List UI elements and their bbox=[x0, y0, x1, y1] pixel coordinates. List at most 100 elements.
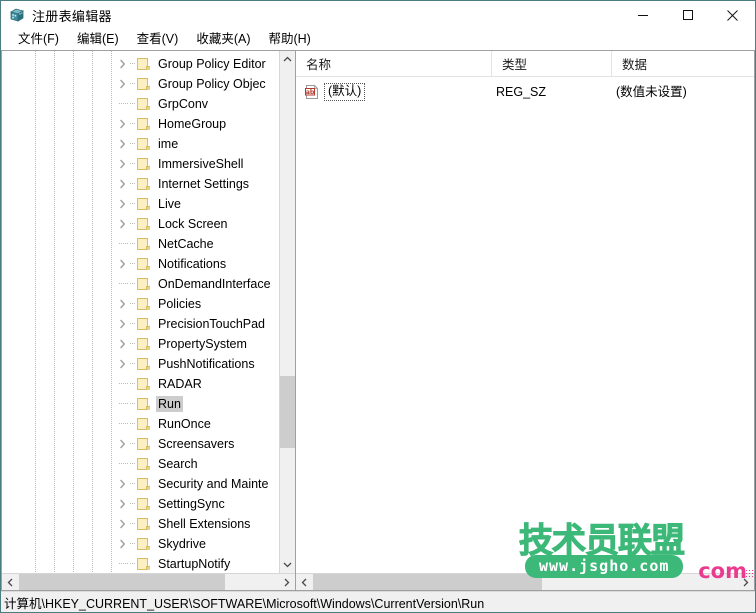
tree-item-internet-settings[interactable]: Internet Settings bbox=[2, 174, 295, 194]
values-hscrollbar-thumb[interactable] bbox=[313, 574, 542, 590]
values-scroll-right-icon[interactable] bbox=[737, 574, 754, 590]
column-type[interactable]: 类型 bbox=[491, 51, 611, 76]
menu-favorites[interactable]: 收藏夹(A) bbox=[187, 30, 259, 49]
chevron-right-icon[interactable] bbox=[115, 114, 130, 134]
tree-item-policies[interactable]: Policies bbox=[2, 294, 295, 314]
tree-scroll-up-icon[interactable] bbox=[280, 51, 295, 68]
chevron-right-icon[interactable] bbox=[115, 154, 130, 174]
minimize-button[interactable] bbox=[620, 1, 665, 29]
tree-item-grpconv[interactable]: GrpConv bbox=[2, 94, 295, 114]
tree-item-settingsync[interactable]: SettingSync bbox=[2, 494, 295, 514]
menu-edit[interactable]: 编辑(E) bbox=[68, 30, 128, 49]
tree-item-label: Group Policy Editor bbox=[158, 57, 266, 71]
chevron-right-icon[interactable] bbox=[115, 54, 130, 74]
tree-item-screensavers[interactable]: Screensavers bbox=[2, 434, 295, 454]
tree-item-label: Security and Mainte bbox=[158, 477, 269, 491]
table-row[interactable]: ab (默认) REG_SZ (数值未设置) bbox=[296, 81, 754, 102]
tree-item-runonce[interactable]: RunOnce bbox=[2, 414, 295, 434]
chevron-right-icon[interactable] bbox=[115, 434, 130, 454]
tree-item-label: Screensavers bbox=[158, 437, 235, 451]
svg-text:ab: ab bbox=[306, 88, 315, 95]
tree-item-label: PushNotifications bbox=[158, 357, 255, 371]
tree-item-startupnotify[interactable]: StartupNotify bbox=[2, 554, 295, 573]
tree-hscrollbar-thumb[interactable] bbox=[19, 574, 225, 590]
tree-scroll-down-icon[interactable] bbox=[280, 556, 295, 573]
folder-icon bbox=[136, 157, 150, 171]
tree-item-group-policy-objec[interactable]: Group Policy Objec bbox=[2, 74, 295, 94]
tree-item-label: ImmersiveShell bbox=[158, 157, 244, 171]
tree-leaf-connector bbox=[115, 454, 130, 474]
menu-view[interactable]: 查看(V) bbox=[128, 30, 188, 49]
column-name[interactable]: 名称 bbox=[296, 51, 491, 76]
tree-item-ondemandinterface[interactable]: OnDemandInterface bbox=[2, 274, 295, 294]
folder-icon bbox=[136, 437, 150, 451]
chevron-right-icon[interactable] bbox=[115, 494, 130, 514]
chevron-right-icon[interactable] bbox=[115, 134, 130, 154]
tree-scrollbar-thumb[interactable] bbox=[280, 376, 295, 448]
chevron-right-icon[interactable] bbox=[115, 194, 130, 214]
tree-item-group-policy-editor[interactable]: Group Policy Editor bbox=[2, 54, 295, 74]
chevron-right-icon[interactable] bbox=[115, 74, 130, 94]
menu-help[interactable]: 帮助(H) bbox=[259, 30, 319, 49]
close-button[interactable] bbox=[710, 1, 755, 29]
tree-item-homegroup[interactable]: HomeGroup bbox=[2, 114, 295, 134]
title-bar: 注册表编辑器 bbox=[1, 1, 755, 29]
chevron-right-icon[interactable] bbox=[115, 514, 130, 534]
chevron-right-icon[interactable] bbox=[115, 354, 130, 374]
tree-item-notifications[interactable]: Notifications bbox=[2, 254, 295, 274]
tree-leaf-connector bbox=[115, 374, 130, 394]
folder-icon bbox=[136, 317, 150, 331]
chevron-right-icon[interactable] bbox=[115, 294, 130, 314]
value-name[interactable]: (默认) bbox=[324, 82, 366, 101]
tree-item-lock-screen[interactable]: Lock Screen bbox=[2, 214, 295, 234]
tree-item-precisiontouchpad[interactable]: PrecisionTouchPad bbox=[2, 314, 295, 334]
tree-item-skydrive[interactable]: Skydrive bbox=[2, 534, 295, 554]
tree-scroll-left-icon[interactable] bbox=[2, 574, 19, 590]
values-list[interactable]: ab (默认) REG_SZ (数值未设置) bbox=[296, 77, 754, 573]
registry-tree[interactable]: Group Policy Editor Group Policy Objec Grp… bbox=[2, 51, 295, 573]
menu-file[interactable]: 文件(F) bbox=[9, 30, 68, 49]
chevron-right-icon[interactable] bbox=[115, 334, 130, 354]
tree-item-immersiveshell[interactable]: ImmersiveShell bbox=[2, 154, 295, 174]
tree-item-label: Policies bbox=[158, 297, 202, 311]
folder-icon bbox=[136, 537, 150, 551]
column-data-label: 数据 bbox=[622, 58, 648, 72]
maximize-button[interactable] bbox=[665, 1, 710, 29]
folder-icon bbox=[136, 77, 150, 91]
tree-item-label: HomeGroup bbox=[158, 117, 227, 131]
tree-item-netcache[interactable]: NetCache bbox=[2, 234, 295, 254]
tree-vertical-scrollbar[interactable] bbox=[279, 51, 295, 573]
tree-item-pushnotifications[interactable]: PushNotifications bbox=[2, 354, 295, 374]
folder-icon bbox=[136, 237, 150, 251]
folder-icon bbox=[136, 557, 150, 571]
tree-horizontal-scrollbar[interactable] bbox=[2, 573, 295, 590]
tree-item-ime[interactable]: ime bbox=[2, 134, 295, 154]
chevron-right-icon[interactable] bbox=[115, 254, 130, 274]
values-scroll-left-icon[interactable] bbox=[296, 574, 313, 590]
folder-icon bbox=[136, 97, 150, 111]
tree-item-label: RADAR bbox=[158, 377, 202, 391]
column-data[interactable]: 数据 bbox=[611, 51, 754, 76]
chevron-right-icon[interactable] bbox=[115, 314, 130, 334]
tree-item-run[interactable]: Run bbox=[2, 394, 295, 414]
tree-item-shell-extensions[interactable]: Shell Extensions bbox=[2, 514, 295, 534]
tree-item-radar[interactable]: RADAR bbox=[2, 374, 295, 394]
folder-icon bbox=[136, 397, 150, 411]
tree-item-security-and-mainte[interactable]: Security and Mainte bbox=[2, 474, 295, 494]
folder-icon bbox=[136, 417, 150, 431]
chevron-right-icon[interactable] bbox=[115, 214, 130, 234]
chevron-right-icon[interactable] bbox=[115, 534, 130, 554]
status-bar: 计算机\HKEY_CURRENT_USER\SOFTWARE\Microsoft… bbox=[1, 591, 755, 612]
tree-item-label: Search bbox=[158, 457, 198, 471]
tree-item-propertysystem[interactable]: PropertySystem bbox=[2, 334, 295, 354]
registry-editor-icon bbox=[9, 7, 25, 23]
values-horizontal-scrollbar[interactable] bbox=[296, 573, 754, 590]
chevron-right-icon[interactable] bbox=[115, 174, 130, 194]
tree-item-label: Group Policy Objec bbox=[158, 77, 266, 91]
tree-item-live[interactable]: Live bbox=[2, 194, 295, 214]
tree-item-search[interactable]: Search bbox=[2, 454, 295, 474]
tree-scroll-right-icon[interactable] bbox=[278, 574, 295, 590]
tree-item-label: Live bbox=[158, 197, 181, 211]
chevron-right-icon[interactable] bbox=[115, 474, 130, 494]
list-column-header: 名称 类型 数据 bbox=[296, 51, 754, 77]
